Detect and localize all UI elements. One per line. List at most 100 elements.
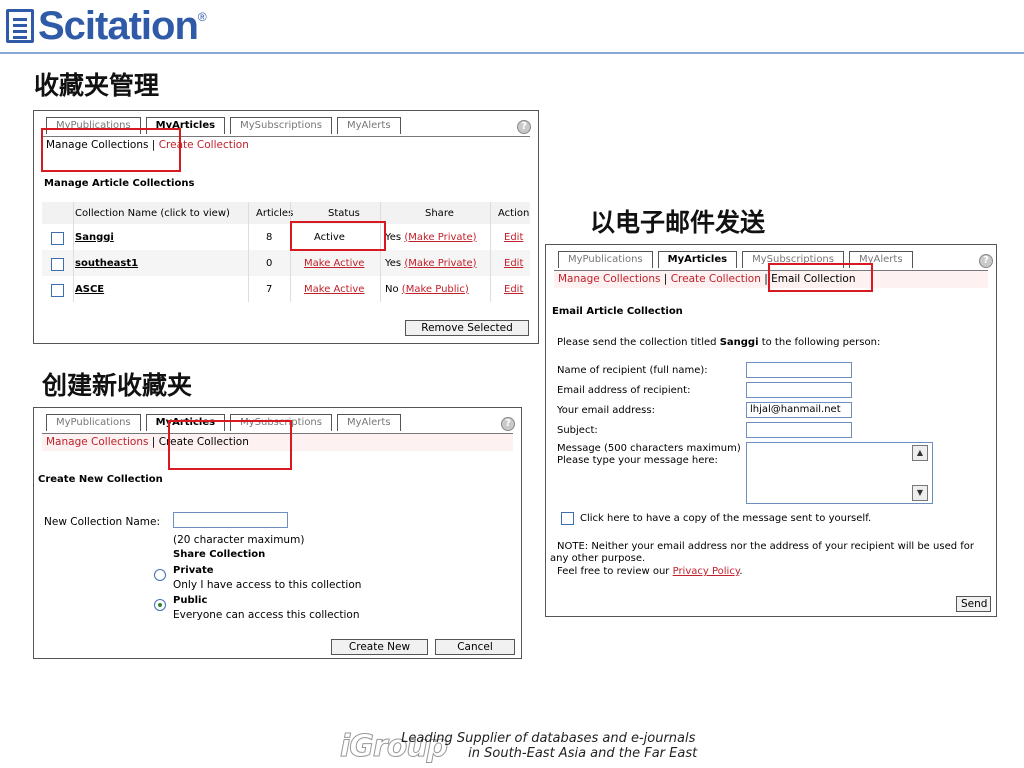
copy-label: Click here to have a copy of the message… (580, 513, 872, 524)
note-line: NOTE: Neither your email address nor the… (557, 541, 974, 552)
heading-manage: 收藏夹管理 (34, 71, 160, 100)
nav-manage-collections[interactable]: Manage Collections (46, 436, 148, 448)
col-action: Action (498, 207, 530, 219)
privacy-note: Feel free to review our Privacy Policy. (557, 566, 743, 577)
highlight-create-collection (168, 420, 292, 470)
row-checkbox[interactable] (51, 232, 64, 245)
recipient-name-input[interactable] (746, 362, 852, 378)
table-row: ASCE 7 Make Active No (Make Public) Edit (42, 276, 530, 302)
row-checkbox[interactable] (51, 284, 64, 297)
tab-mypublications[interactable]: MyPublications (558, 251, 653, 268)
make-active-link[interactable]: Make Active (304, 250, 364, 276)
cancel-button[interactable]: Cancel (435, 639, 515, 655)
your-email-input[interactable]: lhjal@hanmail.net (746, 402, 852, 418)
table-row: Sanggi 8 Active Yes (Make Private) Edit (42, 224, 530, 250)
help-icon[interactable]: ? (501, 417, 515, 431)
collection-name-link[interactable]: Sanggi (75, 224, 114, 250)
share-toggle-link[interactable]: (Make Private) (404, 232, 476, 243)
highlight-status-active (290, 221, 386, 251)
public-description: Everyone can access this collection (173, 609, 360, 621)
nav-create-collection[interactable]: Create Collection (671, 273, 761, 285)
make-active-link[interactable]: Make Active (304, 276, 364, 302)
footer-tagline: Leading Supplier of databases and e-jour… (401, 731, 697, 761)
copy-checkbox[interactable] (561, 512, 574, 525)
send-button[interactable]: Send (956, 596, 991, 612)
section-title: Email Article Collection (552, 306, 683, 317)
article-count: 8 (266, 231, 273, 243)
tagline-line: in South-East Asia and the Far East (468, 746, 698, 761)
recipient-email-label: Email address of recipient: (557, 385, 691, 396)
subject-label: Subject: (557, 425, 598, 436)
collection-name-label: New Collection Name: (44, 516, 161, 528)
col-name: Collection Name (click to view) (75, 207, 230, 219)
note-period: . (739, 566, 743, 577)
help-icon[interactable]: ? (979, 254, 993, 268)
table-divider (380, 202, 381, 302)
scroll-up-icon[interactable]: ▲ (912, 445, 928, 461)
recipient-name-label: Name of recipient (full name): (557, 365, 708, 376)
table-divider (490, 202, 491, 302)
document-icon (6, 9, 34, 43)
registered-mark: ® (197, 10, 207, 24)
footer: iGroup Leading Supplier of databases and… (339, 728, 697, 764)
create-new-button[interactable]: Create New (331, 639, 428, 655)
recipient-email-input[interactable] (746, 382, 852, 398)
heading-email: 以电子邮件发送 (590, 208, 766, 237)
tab-mysubscriptions[interactable]: MySubscriptions (230, 117, 332, 134)
edit-link[interactable]: Edit (504, 250, 523, 276)
share-label: Yes (385, 231, 402, 243)
heading-create: 创建新收藏夹 (42, 371, 193, 400)
share-heading: Share Collection (173, 549, 266, 560)
article-count: 0 (266, 257, 273, 269)
nav-manage-collections[interactable]: Manage Collections (558, 273, 660, 285)
message-textarea[interactable] (746, 442, 933, 504)
edit-link[interactable]: Edit (504, 276, 523, 302)
table-divider (290, 202, 291, 302)
share-value: Yes (Make Private) (385, 250, 477, 276)
intro-collection-name: Sanggi (719, 337, 759, 348)
email-collection-panel: MyPublications MyArticles MySubscription… (545, 244, 997, 617)
privacy-policy-link[interactable]: Privacy Policy (673, 566, 740, 577)
scroll-down-icon[interactable]: ▼ (912, 485, 928, 501)
col-articles: Articles (256, 207, 294, 219)
share-label: No (385, 283, 399, 295)
manage-collections-panel: MyPublications MyArticles MySubscription… (33, 110, 539, 344)
logo-text: Scitation (38, 3, 199, 48)
tab-mypublications[interactable]: MyPublications (46, 414, 141, 431)
table-divider (248, 202, 249, 302)
collection-name-link[interactable]: southeast1 (75, 250, 138, 276)
tab-myarticles[interactable]: MyArticles (657, 251, 738, 268)
share-toggle-link[interactable]: (Make Public) (402, 284, 469, 295)
share-toggle-link[interactable]: (Make Private) (404, 258, 476, 269)
remove-selected-button[interactable]: Remove Selected (405, 320, 529, 336)
public-label: Public (173, 595, 208, 606)
tab-myalerts[interactable]: MyAlerts (336, 117, 401, 134)
private-label: Private (173, 565, 214, 576)
header-divider (0, 52, 1024, 54)
collection-name-link[interactable]: ASCE (75, 276, 104, 302)
message-label: Message (500 characters maximum) (557, 443, 741, 454)
edit-link[interactable]: Edit (504, 224, 523, 250)
private-radio[interactable] (154, 569, 166, 581)
tab-myalerts[interactable]: MyAlerts (336, 414, 401, 431)
nav-separator: | (663, 273, 668, 285)
table-divider (73, 202, 74, 302)
your-email-label: Your email address: (557, 405, 655, 416)
row-checkbox[interactable] (51, 258, 64, 271)
intro-text: Please send the collection titled (557, 337, 717, 348)
nav-separator: | (151, 436, 156, 448)
article-count: 7 (266, 283, 273, 295)
help-icon[interactable]: ? (517, 120, 531, 134)
table-row: southeast1 0 Make Active Yes (Make Priva… (42, 250, 530, 276)
intro-text: to the following person: (761, 337, 881, 348)
email-intro: Please send the collection titled Sanggi… (557, 337, 880, 348)
note-text: Feel free to review our (557, 566, 670, 577)
table-header: Collection Name (click to view) Articles… (42, 202, 530, 224)
subject-input[interactable] (746, 422, 852, 438)
collection-name-input[interactable] (173, 512, 288, 528)
message-prompt: Please type your message here: (557, 455, 718, 466)
section-title: Create New Collection (38, 474, 163, 485)
share-value: No (Make Public) (385, 276, 469, 302)
public-radio[interactable] (154, 599, 166, 611)
share-label: Yes (385, 257, 402, 269)
